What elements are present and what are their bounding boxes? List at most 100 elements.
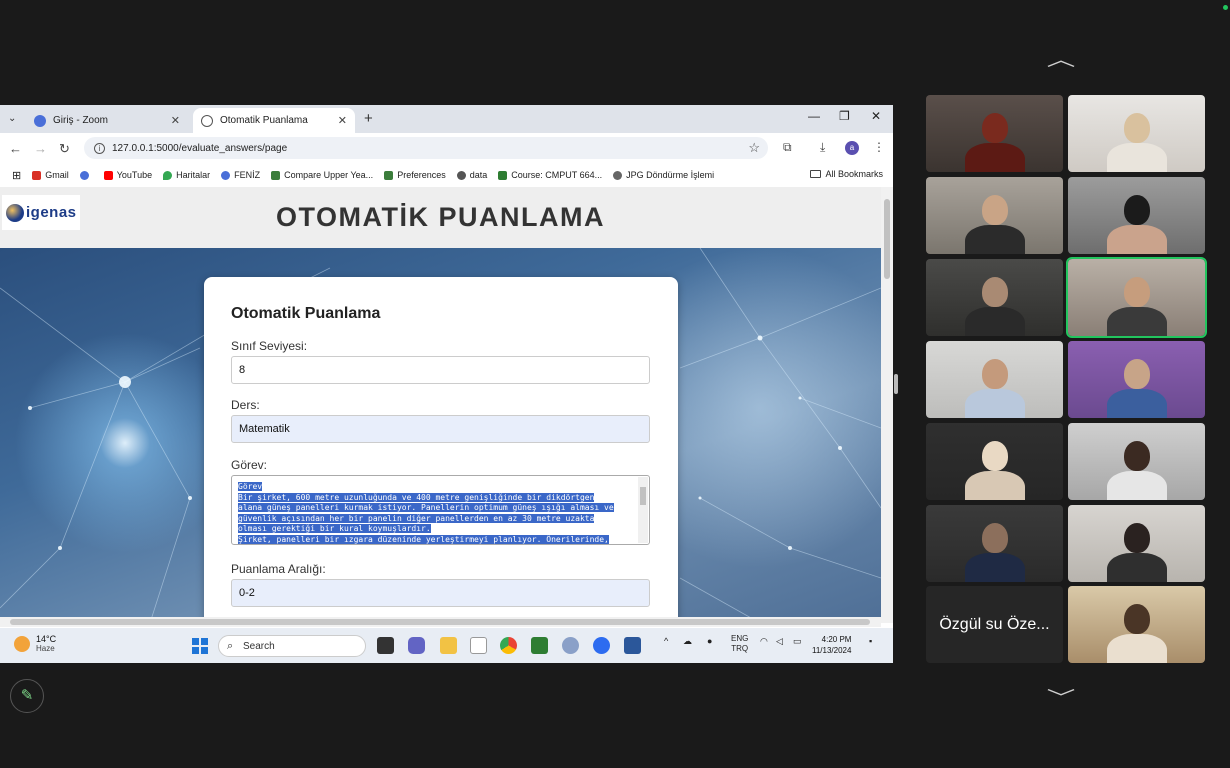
scrollbar-thumb[interactable] xyxy=(640,487,646,505)
apps-icon[interactable]: ⊞ xyxy=(12,169,21,182)
participant-body xyxy=(1106,553,1167,582)
task-view-icon[interactable] xyxy=(377,637,394,654)
score-range-value: 0-2 xyxy=(239,587,255,599)
bookmark-data[interactable]: data xyxy=(456,170,487,180)
form-title: Otomatik Puanlama xyxy=(231,305,381,322)
subject-input[interactable]: Matematik xyxy=(231,415,650,443)
participant-head xyxy=(981,195,1008,225)
participant-head xyxy=(1123,195,1150,225)
participant-video[interactable] xyxy=(1068,586,1205,663)
tab-zoom-login[interactable]: Giriş - Zoom ✕ xyxy=(26,108,188,133)
close-window-icon[interactable]: ✕ xyxy=(871,109,881,123)
participant-video[interactable] xyxy=(926,259,1063,336)
grade-input[interactable]: 8 xyxy=(231,356,650,384)
new-tab-icon[interactable]: + xyxy=(364,110,373,127)
restore-icon[interactable]: ❐ xyxy=(839,109,850,123)
more-menu-icon[interactable]: ⋮ xyxy=(873,140,885,154)
weather-text: Haze xyxy=(36,644,55,653)
teams-icon[interactable] xyxy=(408,637,425,654)
bookmark-icon-only[interactable] xyxy=(79,170,93,180)
task-line: olması gerektiği bir kural koymuşlardır. xyxy=(238,524,633,535)
cloud-icon[interactable]: ☁ xyxy=(683,636,692,647)
task-line: Görev xyxy=(238,482,633,493)
task-line: alana güneş panelleri kurmak istiyor. Pa… xyxy=(238,503,633,514)
participant-video[interactable] xyxy=(1068,423,1205,500)
app-m-icon[interactable] xyxy=(470,637,487,654)
wifi-icon[interactable]: ◠ xyxy=(760,636,768,647)
participant-video[interactable] xyxy=(926,505,1063,582)
page-horizontal-scrollbar[interactable] xyxy=(0,617,881,627)
gallery-next-icon[interactable]: ﹀ xyxy=(1047,684,1076,710)
weather-widget[interactable]: 14°C Haze xyxy=(14,634,56,653)
task-textarea[interactable]: Görev Bir şirket, 600 metre uzunluğunda … xyxy=(231,475,650,545)
chrome-icon[interactable] xyxy=(500,637,517,654)
participant-body xyxy=(1106,307,1167,336)
tab-otomatik-puanlama[interactable]: Otomatik Puanlama ✕ xyxy=(193,108,355,133)
tab-search-icon[interactable]: ⌄ xyxy=(8,113,16,124)
bookmark-gmail[interactable]: Gmail xyxy=(32,170,69,180)
participant-video[interactable] xyxy=(926,341,1063,418)
extensions-icon[interactable]: ⧉ xyxy=(783,140,792,155)
bookmark-youtube[interactable]: YouTube xyxy=(103,170,152,180)
tab-label: Giriş - Zoom xyxy=(53,115,108,126)
gallery-prev-icon[interactable]: ︿ xyxy=(1047,46,1076,72)
scrollbar-thumb[interactable] xyxy=(10,619,870,625)
minimize-icon[interactable]: — xyxy=(808,109,820,123)
word-icon[interactable] xyxy=(624,637,641,654)
clock[interactable]: 4:20 PM 11/13/2024 xyxy=(812,634,851,656)
forward-icon[interactable]: → xyxy=(34,141,47,156)
participant-video[interactable] xyxy=(1068,95,1205,172)
gear-icon xyxy=(613,170,623,180)
shield-icon xyxy=(384,170,394,180)
bookmark-jpg[interactable]: JPG Döndürme İşlemi xyxy=(613,170,714,180)
textarea-scrollbar[interactable] xyxy=(638,477,648,543)
scoring-form-card: Otomatik Puanlama Sınıf Seviyesi: 8 Ders… xyxy=(204,277,678,623)
participant-video[interactable] xyxy=(1068,505,1205,582)
r-app-icon[interactable] xyxy=(562,637,579,654)
participant-video[interactable] xyxy=(1068,177,1205,254)
taskbar-search[interactable]: ⌕ Search xyxy=(218,635,366,657)
site-icon xyxy=(79,170,89,180)
bookmark-preferences[interactable]: Preferences xyxy=(384,170,446,180)
page-vertical-scrollbar[interactable] xyxy=(881,187,893,623)
language-indicator[interactable]: ENG TRQ xyxy=(731,634,748,654)
globe-icon xyxy=(456,170,466,180)
url-text: 127.0.0.1:5000/evaluate_answers/page xyxy=(112,142,288,154)
pycharm-icon[interactable] xyxy=(531,637,548,654)
windows-start-icon[interactable] xyxy=(192,638,208,654)
scrollbar-thumb[interactable] xyxy=(884,199,890,279)
notifications-icon[interactable]: ▪ xyxy=(869,636,872,646)
url-field[interactable]: i 127.0.0.1:5000/evaluate_answers/page ☆ xyxy=(84,137,768,159)
mic-icon[interactable]: ● xyxy=(707,636,712,646)
search-icon: ⌕ xyxy=(227,640,234,652)
bookmark-haritalar[interactable]: Haritalar xyxy=(163,170,210,180)
participant-video[interactable] xyxy=(926,423,1063,500)
site-info-icon[interactable]: i xyxy=(94,142,105,154)
bookmark-star-icon[interactable]: ☆ xyxy=(748,140,760,156)
close-tab-icon[interactable]: ✕ xyxy=(338,114,347,127)
download-icon[interactable]: ⤓ xyxy=(820,140,825,155)
all-bookmarks[interactable]: All Bookmarks xyxy=(810,169,883,179)
profile-avatar[interactable]: a xyxy=(845,141,859,155)
back-icon[interactable]: ← xyxy=(9,141,22,156)
close-tab-icon[interactable]: ✕ xyxy=(171,114,180,127)
participant-video[interactable] xyxy=(1068,341,1205,418)
tray-chevron-icon[interactable]: ^ xyxy=(664,636,668,646)
zoom-app-icon[interactable] xyxy=(593,637,610,654)
bookmark-course[interactable]: Course: CMPUT 664... xyxy=(498,170,602,180)
browser-tab-strip: ⌄ Giriş - Zoom ✕ Otomatik Puanlama ✕ + —… xyxy=(0,105,893,133)
participant-video-active-speaker[interactable] xyxy=(1066,257,1207,338)
participant-video[interactable] xyxy=(926,95,1063,172)
bookmark-feniz[interactable]: FENİZ xyxy=(221,170,260,180)
split-drag-handle[interactable] xyxy=(894,374,898,394)
reload-icon[interactable]: ↻ xyxy=(59,141,70,157)
participant-name-tile[interactable]: Özgül su Öze... xyxy=(926,586,1063,663)
annotate-pen-icon[interactable]: ✎ xyxy=(10,679,44,713)
page-header: igenas OTOMATİK PUANLAMA xyxy=(0,187,881,248)
battery-icon[interactable]: ▭ xyxy=(793,636,802,647)
participant-video[interactable] xyxy=(926,177,1063,254)
score-range-input[interactable]: 0-2 xyxy=(231,579,650,607)
file-explorer-icon[interactable] xyxy=(440,637,457,654)
volume-icon[interactable]: ◁ xyxy=(776,636,783,647)
bookmark-compare[interactable]: Compare Upper Yea... xyxy=(271,170,373,180)
